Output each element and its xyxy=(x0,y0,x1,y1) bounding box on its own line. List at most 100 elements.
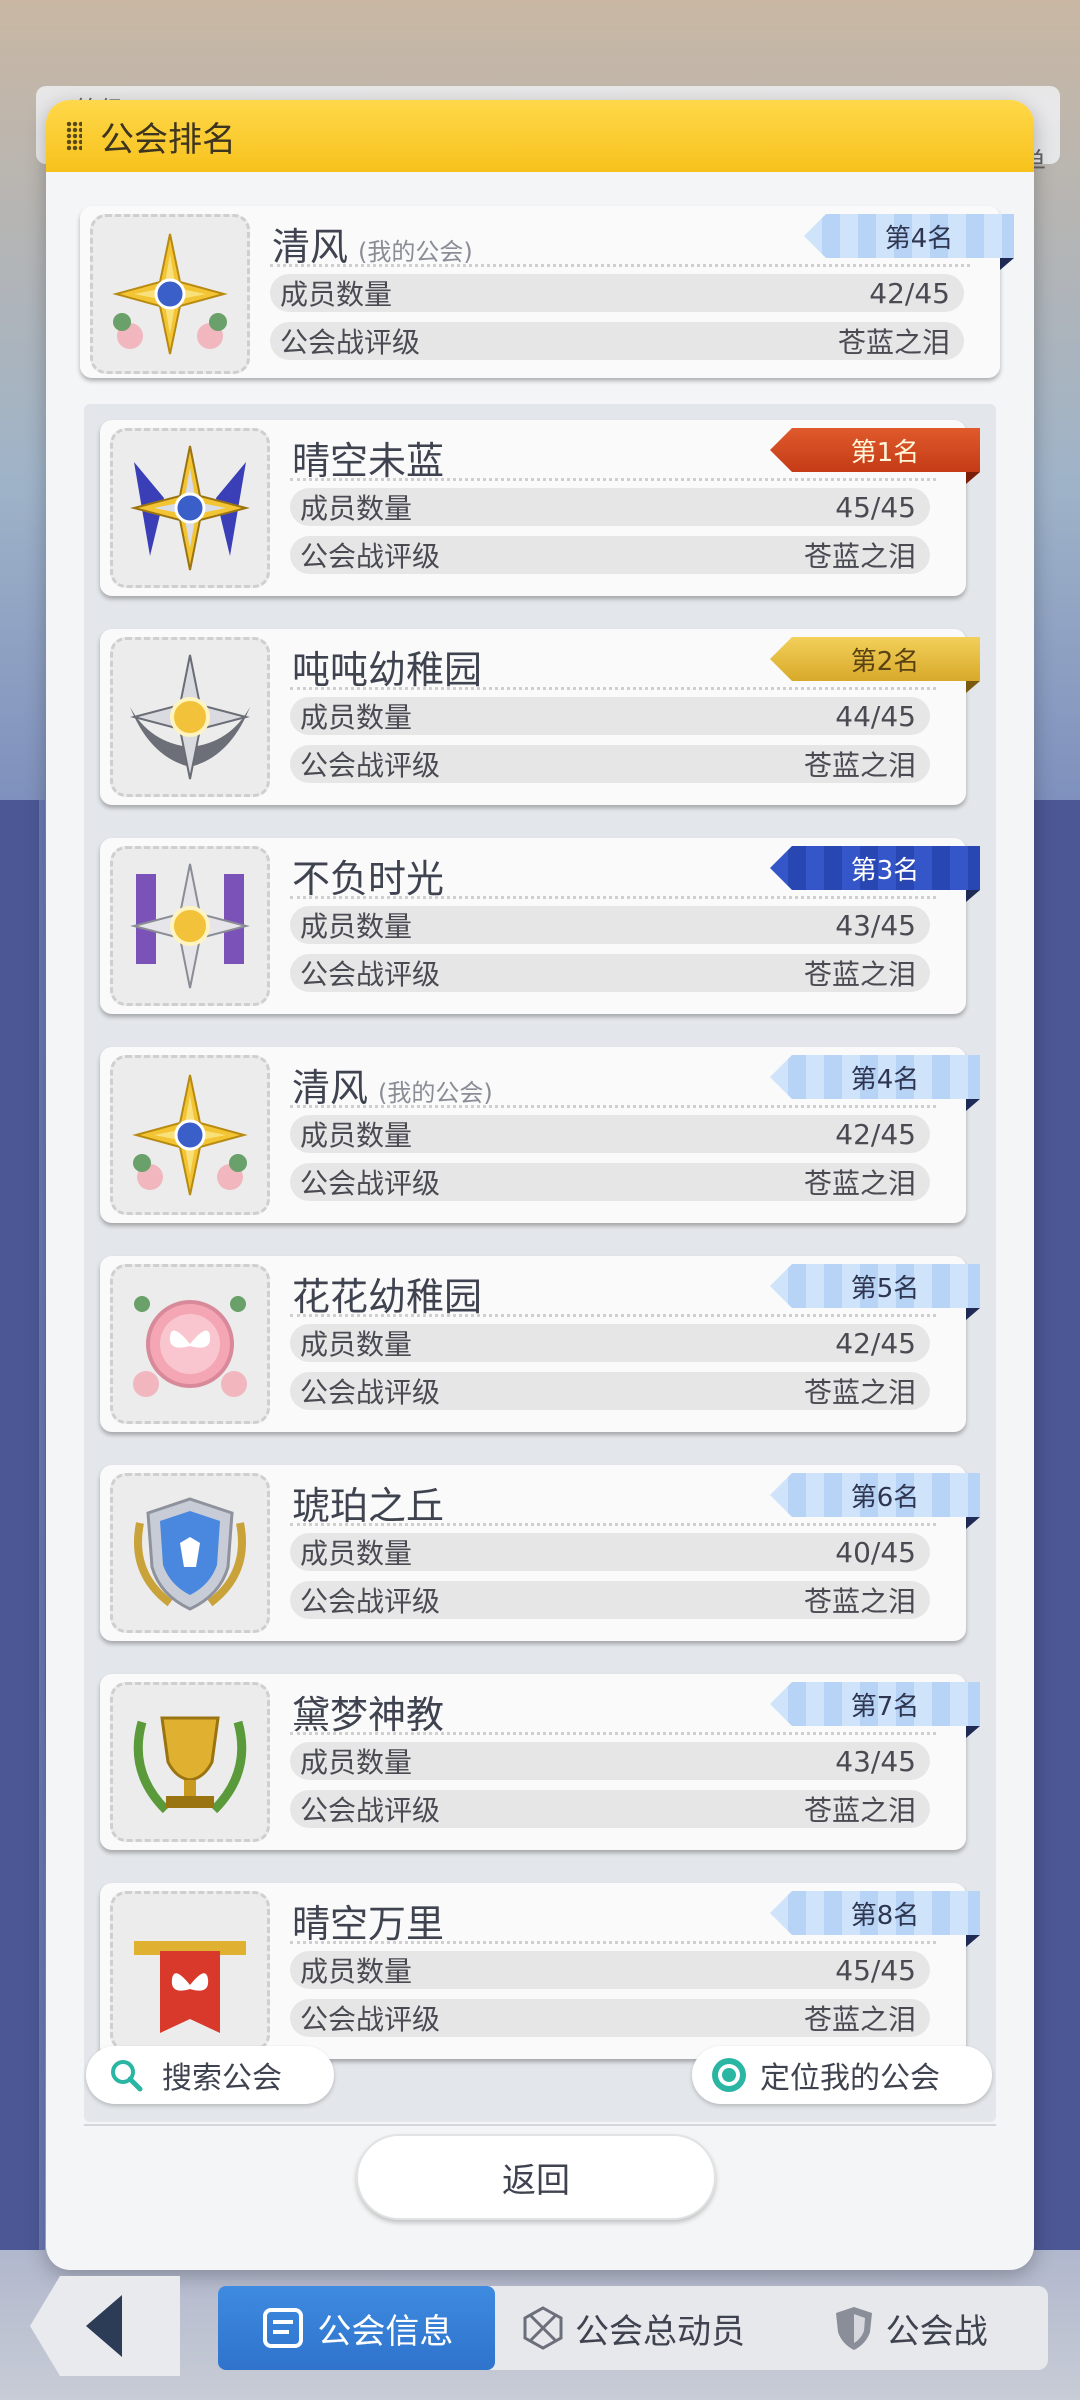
divider xyxy=(84,2124,996,2126)
emblem-frame xyxy=(90,214,250,374)
blue-banner-star-emblem-icon xyxy=(130,445,250,571)
ranking-card[interactable]: 晴空未蓝 成员数量 45/45 公会战评级 苍蓝之泪 第1名 xyxy=(100,420,980,596)
rank-label: 第8名 xyxy=(850,1900,920,1931)
rank-label: 第1名 xyxy=(850,437,920,468)
flower-star-emblem-icon xyxy=(132,1074,248,1196)
members-value: 44/45 xyxy=(835,699,916,733)
guild-info-icon xyxy=(263,2308,304,2348)
back-arrow-button[interactable] xyxy=(30,2276,180,2376)
rating-label: 公会战评级 xyxy=(300,2003,441,2036)
ranking-card[interactable]: 不负时光 成员数量 43/45 公会战评级 苍蓝之泪 第3名 xyxy=(100,838,980,1014)
locate-icon xyxy=(710,2056,748,2094)
arrow-left-icon xyxy=(86,2295,122,2357)
my-guild-tag: (我的公会) xyxy=(378,1079,493,1107)
members-row: 成员数量 40/45 xyxy=(290,1533,930,1571)
rank-ribbon: 第4名 xyxy=(804,214,1014,258)
locate-my-guild-label: 定位我的公会 xyxy=(760,2061,940,2096)
rank-ribbon: 第2名 xyxy=(770,637,980,681)
my-guild-card[interactable]: 清风 (我的公会) 成员数量 42/45 公会战评级 苍蓝之泪 第4名 xyxy=(80,206,1014,378)
ranking-card[interactable]: 琥珀之丘 成员数量 40/45 公会战评级 苍蓝之泪 第6名 xyxy=(100,1465,980,1641)
divider xyxy=(290,1523,936,1526)
rating-label: 公会战评级 xyxy=(300,540,441,573)
locate-my-guild-button[interactable]: 定位我的公会 xyxy=(692,2046,992,2104)
ribbon-tail xyxy=(966,890,980,902)
tab-guild-war[interactable]: 公会战 xyxy=(771,2286,1048,2370)
emblem-frame xyxy=(110,1055,270,1215)
silver-wing-star-emblem-icon xyxy=(130,654,250,780)
rank-ribbon: 第6名 xyxy=(770,1473,980,1517)
ranking-card[interactable]: 黛梦神教 成员数量 43/45 公会战评级 苍蓝之泪 第7名 xyxy=(100,1674,980,1850)
tab-guild-info[interactable]: 公会信息 xyxy=(218,2286,495,2370)
rank-label: 第3名 xyxy=(850,855,920,886)
emblem-frame xyxy=(110,1264,270,1424)
rating-value: 苍蓝之泪 xyxy=(803,749,916,782)
tab-label: 公会总动员 xyxy=(575,2311,745,2352)
purple-banner-star-emblem-icon xyxy=(130,863,250,989)
tab-guild-mobilize[interactable]: 公会总动员 xyxy=(495,2286,772,2370)
ranking-card[interactable]: 晴空万里 成员数量 45/45 公会战评级 苍蓝之泪 第8名 xyxy=(100,1883,980,2059)
ranking-card[interactable]: 清风 (我的公会) 成员数量 42/45 公会战评级 苍蓝之泪 第4名 xyxy=(100,1047,980,1223)
members-row: 成员数量 42/45 xyxy=(290,1324,930,1362)
rating-row: 公会战评级 苍蓝之泪 xyxy=(290,954,930,992)
members-value: 45/45 xyxy=(835,1953,916,1987)
members-value: 42/45 xyxy=(835,1326,916,1360)
background-left-panel xyxy=(0,800,45,2250)
rating-label: 公会战评级 xyxy=(300,749,441,782)
rank-ribbon: 第7名 xyxy=(770,1682,980,1726)
rating-value: 苍蓝之泪 xyxy=(803,1167,916,1200)
members-value: 42/45 xyxy=(835,1117,916,1151)
ribbon-tail xyxy=(966,472,980,484)
members-row: 成员数量 44/45 xyxy=(290,697,930,735)
members-value: 43/45 xyxy=(835,908,916,942)
rating-row: 公会战评级 苍蓝之泪 xyxy=(290,1581,930,1619)
members-label: 成员数量 xyxy=(280,278,393,311)
guild-name: 琥珀之丘 xyxy=(292,1484,445,1528)
ribbon-tail xyxy=(966,1935,980,1947)
rank-label: 第7名 xyxy=(850,1691,920,1722)
guild-name-text: 清风 xyxy=(292,1066,369,1110)
members-value: 42/45 xyxy=(869,276,950,310)
members-row: 成员数量 42/45 xyxy=(270,274,964,312)
return-button[interactable]: 返回 xyxy=(356,2134,716,2220)
ranking-card[interactable]: 吨吨幼稚园 成员数量 44/45 公会战评级 苍蓝之泪 第2名 xyxy=(100,629,980,805)
members-row: 成员数量 43/45 xyxy=(290,1742,930,1780)
rank-ribbon: 第4名 xyxy=(770,1055,980,1099)
rating-row: 公会战评级 苍蓝之泪 xyxy=(290,536,930,574)
divider xyxy=(290,1314,936,1317)
grip-icon xyxy=(66,121,82,151)
rating-value: 苍蓝之泪 xyxy=(803,540,916,573)
rating-value: 苍蓝之泪 xyxy=(803,1376,916,1409)
rank-ribbon: 第8名 xyxy=(770,1891,980,1935)
rating-row: 公会战评级 苍蓝之泪 xyxy=(290,745,930,783)
butterfly-banner-emblem-icon xyxy=(134,1941,246,2033)
ranking-list[interactable]: 晴空未蓝 成员数量 45/45 公会战评级 苍蓝之泪 第1名 吨吨幼稚园 成员数… xyxy=(84,404,996,2122)
members-label: 成员数量 xyxy=(300,1328,413,1361)
guild-mobilize-icon xyxy=(523,2306,563,2350)
ribbon-tail xyxy=(966,681,980,693)
rating-label: 公会战评级 xyxy=(300,958,441,991)
rating-row: 公会战评级 苍蓝之泪 xyxy=(290,1372,930,1410)
guild-name: 清风 (我的公会) xyxy=(272,216,473,271)
rating-value: 苍蓝之泪 xyxy=(803,1794,916,1827)
rating-label: 公会战评级 xyxy=(280,326,421,359)
emblem-frame xyxy=(110,846,270,1006)
ranking-card[interactable]: 花花幼稚园 成员数量 42/45 公会战评级 苍蓝之泪 第5名 xyxy=(100,1256,980,1432)
search-guild-button[interactable]: 搜索公会 xyxy=(86,2046,334,2104)
members-value: 45/45 xyxy=(835,490,916,524)
members-label: 成员数量 xyxy=(300,1537,413,1570)
ribbon-tail xyxy=(966,1517,980,1529)
members-label: 成员数量 xyxy=(300,1746,413,1779)
members-label: 成员数量 xyxy=(300,492,413,525)
rank-label: 第6名 xyxy=(850,1482,920,1513)
divider xyxy=(290,1105,936,1108)
rating-label: 公会战评级 xyxy=(300,1585,441,1618)
divider xyxy=(290,687,936,690)
ribbon-tail xyxy=(1000,258,1014,270)
rating-row: 公会战评级 苍蓝之泪 xyxy=(290,1790,930,1828)
search-guild-label: 搜索公会 xyxy=(162,2061,282,2096)
divider xyxy=(290,1941,936,1944)
rating-row: 公会战评级 苍蓝之泪 xyxy=(270,322,964,360)
members-label: 成员数量 xyxy=(300,910,413,943)
tab-label: 公会信息 xyxy=(317,2311,454,2352)
deer-shield-emblem-icon xyxy=(134,1497,246,1611)
